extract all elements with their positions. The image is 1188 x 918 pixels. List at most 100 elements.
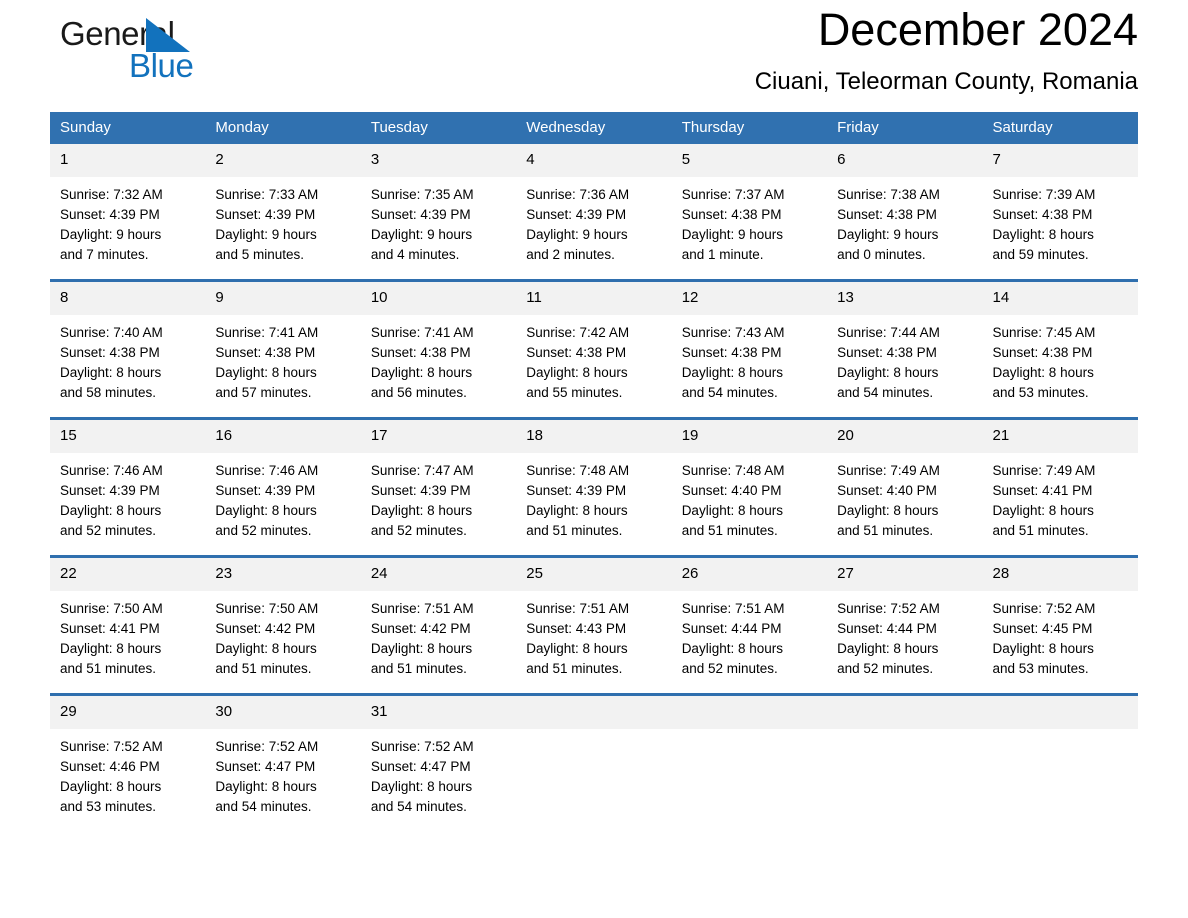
daylight-text-line2: and 51 minutes.: [992, 523, 1089, 538]
day-details: Sunrise: 7:52 AM Sunset: 4:45 PM Daylight:…: [983, 591, 1138, 693]
calendar-week-row: 29 Sunrise: 7:52 AM Sunset: 4:46 PM Dayligh…: [50, 693, 1138, 831]
calendar-day-cell[interactable]: 24 Sunrise: 7:51 AM Sunset: 4:42 PM Dayligh…: [360, 555, 517, 695]
sunset-text: Sunset: 4:39 PM: [526, 483, 627, 498]
daylight-text-line2: and 1 minute.: [681, 247, 764, 262]
weekday-header-wednesday: Wednesday: [516, 112, 672, 144]
weekday-header-friday: Friday: [827, 112, 983, 144]
calendar-day-cell[interactable]: 11 Sunrise: 7:42 AM Sunset: 4:38 PM Dayligh…: [516, 279, 672, 419]
calendar-day-cell[interactable]: 8 Sunrise: 7:40 AM Sunset: 4:38 PM Daylight…: [50, 279, 206, 419]
daylight-text-line2: and 52 minutes.: [837, 661, 934, 676]
calendar-day-cell[interactable]: 29 Sunrise: 7:52 AM Sunset: 4:46 PM Dayligh…: [50, 693, 206, 831]
sunrise-text: Sunrise: 7:41 AM: [215, 325, 319, 340]
day-details: Sunrise: 7:45 AM Sunset: 4:38 PM Daylight:…: [983, 315, 1138, 417]
day-details: Sunrise: 7:41 AM Sunset: 4:38 PM Daylight:…: [205, 315, 360, 417]
day-number: 2: [205, 144, 361, 177]
daylight-text-line2: and 54 minutes.: [370, 799, 467, 814]
calendar-day-cell[interactable]: 14 Sunrise: 7:45 AM Sunset: 4:38 PM Dayligh…: [982, 279, 1138, 419]
daylight-text-line1: Daylight: 8 hours: [370, 779, 473, 794]
daylight-text-line2: and 53 minutes.: [992, 385, 1089, 400]
calendar-day-cell[interactable]: 2 Sunrise: 7:33 AM Sunset: 4:39 PM Daylight…: [205, 144, 361, 281]
weekday-header-sunday: Sunday: [50, 112, 206, 144]
calendar-day-cell[interactable]: 4 Sunrise: 7:36 AM Sunset: 4:39 PM Daylight…: [516, 144, 672, 281]
calendar-day-cell[interactable]: 30 Sunrise: 7:52 AM Sunset: 4:47 PM Dayligh…: [205, 693, 361, 831]
sunset-text: Sunset: 4:38 PM: [681, 345, 782, 360]
calendar-day-cell[interactable]: 20 Sunrise: 7:49 AM Sunset: 4:40 PM Dayligh…: [827, 417, 983, 557]
calendar-day-cell[interactable]: 19 Sunrise: 7:48 AM Sunset: 4:40 PM Dayligh…: [671, 417, 828, 557]
sunrise-text: Sunrise: 7:44 AM: [837, 325, 940, 340]
daylight-text-line1: Daylight: 8 hours: [681, 641, 783, 656]
daylight-text-line2: and 53 minutes.: [60, 799, 157, 814]
page-title: December 2024: [817, 4, 1138, 55]
sunset-text: Sunset: 4:44 PM: [681, 621, 782, 636]
calendar-day-cell[interactable]: 6 Sunrise: 7:38 AM Sunset: 4:38 PM Daylight…: [827, 144, 983, 281]
calendar-day-cell[interactable]: 9 Sunrise: 7:41 AM Sunset: 4:38 PM Daylight…: [205, 279, 361, 419]
day-details: Sunrise: 7:51 AM Sunset: 4:43 PM Daylight:…: [516, 591, 671, 693]
sunset-text: Sunset: 4:43 PM: [526, 621, 627, 636]
calendar-day-cell[interactable]: 12 Sunrise: 7:43 AM Sunset: 4:38 PM Dayligh…: [671, 279, 828, 419]
daylight-text-line2: and 2 minutes.: [526, 247, 615, 262]
calendar-day-cell[interactable]: 17 Sunrise: 7:47 AM Sunset: 4:39 PM Dayligh…: [360, 417, 517, 557]
calendar-day-cell[interactable]: 5 Sunrise: 7:37 AM Sunset: 4:38 PM Daylight…: [671, 144, 828, 281]
calendar-day-cell[interactable]: 1 Sunrise: 7:32 AM Sunset: 4:39 PM Daylight…: [50, 144, 206, 281]
calendar-body: 1 Sunrise: 7:32 AM Sunset: 4:39 PM Daylight…: [50, 144, 1138, 831]
daylight-text-line1: Daylight: 9 hours: [526, 227, 628, 242]
day-number: 16: [205, 420, 361, 453]
calendar-day-cell[interactable]: 16 Sunrise: 7:46 AM Sunset: 4:39 PM Dayligh…: [205, 417, 361, 557]
sunset-text: Sunset: 4:38 PM: [60, 345, 160, 360]
daylight-text-line1: Daylight: 8 hours: [837, 641, 939, 656]
day-details: Sunrise: 7:42 AM Sunset: 4:38 PM Daylight:…: [516, 315, 671, 417]
day-details: Sunrise: 7:52 AM Sunset: 4:47 PM Daylight:…: [205, 729, 360, 831]
daylight-text-line2: and 51 minutes.: [215, 661, 312, 676]
day-details: Sunrise: 7:46 AM Sunset: 4:39 PM Daylight:…: [50, 453, 205, 555]
day-details: Sunrise: 7:36 AM Sunset: 4:39 PM Daylight:…: [516, 177, 671, 279]
calendar-day-cell[interactable]: 3 Sunrise: 7:35 AM Sunset: 4:39 PM Daylight…: [360, 144, 517, 281]
sunset-text: Sunset: 4:38 PM: [526, 345, 627, 360]
sunrise-text: Sunrise: 7:52 AM: [215, 739, 319, 754]
daylight-text-line2: and 51 minutes.: [526, 523, 623, 538]
calendar-day-cell[interactable]: 31 Sunrise: 7:52 AM Sunset: 4:47 PM Dayligh…: [360, 693, 517, 831]
sunrise-text: Sunrise: 7:48 AM: [681, 463, 785, 478]
calendar-day-cell[interactable]: 28 Sunrise: 7:52 AM Sunset: 4:45 PM Dayligh…: [982, 555, 1138, 695]
sunset-text: Sunset: 4:38 PM: [992, 345, 1093, 360]
sunrise-text: Sunrise: 7:52 AM: [370, 739, 474, 754]
weekday-header-monday: Monday: [205, 112, 361, 144]
sunset-text: Sunset: 4:38 PM: [681, 207, 782, 222]
calendar-day-cell[interactable]: 13 Sunrise: 7:44 AM Sunset: 4:38 PM Dayligh…: [827, 279, 983, 419]
calendar-day-cell[interactable]: 25 Sunrise: 7:51 AM Sunset: 4:43 PM Dayligh…: [516, 555, 672, 695]
day-number: 9: [205, 282, 361, 315]
day-number: 7: [982, 144, 1138, 177]
daylight-text-line1: Daylight: 8 hours: [60, 365, 162, 380]
day-details: Sunrise: 7:50 AM Sunset: 4:41 PM Daylight:…: [50, 591, 205, 693]
calendar-day-cell[interactable]: 18 Sunrise: 7:48 AM Sunset: 4:39 PM Dayligh…: [516, 417, 672, 557]
day-number: 4: [516, 144, 672, 177]
daylight-text-line2: and 55 minutes.: [526, 385, 623, 400]
calendar-day-cell[interactable]: 21 Sunrise: 7:49 AM Sunset: 4:41 PM Dayligh…: [982, 417, 1138, 557]
daylight-text-line1: Daylight: 8 hours: [60, 503, 162, 518]
calendar-day-cell[interactable]: 15 Sunrise: 7:46 AM Sunset: 4:39 PM Dayligh…: [50, 417, 206, 557]
calendar-day-cell[interactable]: 7 Sunrise: 7:39 AM Sunset: 4:38 PM Daylight…: [982, 144, 1138, 281]
daylight-text-line1: Daylight: 8 hours: [681, 503, 783, 518]
calendar-day-cell[interactable]: 26 Sunrise: 7:51 AM Sunset: 4:44 PM Dayligh…: [671, 555, 828, 695]
calendar-day-cell[interactable]: 22 Sunrise: 7:50 AM Sunset: 4:41 PM Dayligh…: [50, 555, 206, 695]
calendar-day-cell[interactable]: 10 Sunrise: 7:41 AM Sunset: 4:38 PM Dayligh…: [360, 279, 517, 419]
sunrise-text: Sunrise: 7:45 AM: [992, 325, 1096, 340]
sunset-text: Sunset: 4:39 PM: [526, 207, 627, 222]
day-number: 26: [671, 558, 828, 591]
weekday-header-tuesday: Tuesday: [360, 112, 517, 144]
sunrise-text: Sunrise: 7:49 AM: [992, 463, 1096, 478]
daylight-text-line1: Daylight: 8 hours: [526, 503, 628, 518]
day-details: Sunrise: 7:37 AM Sunset: 4:38 PM Daylight:…: [672, 177, 827, 279]
generalblue-logo[interactable]: General Blue: [50, 8, 310, 94]
daylight-text-line1: Daylight: 9 hours: [681, 227, 783, 242]
day-details: Sunrise: 7:40 AM Sunset: 4:38 PM Daylight:…: [50, 315, 205, 417]
day-number: 31: [360, 696, 517, 729]
sunset-text: Sunset: 4:47 PM: [215, 759, 316, 774]
daylight-text-line2: and 4 minutes.: [370, 247, 460, 262]
page-header: General Blue December 2024 Ciuani, Teleo…: [50, 0, 1138, 112]
day-number: 14: [982, 282, 1138, 315]
calendar-day-cell[interactable]: 23 Sunrise: 7:50 AM Sunset: 4:42 PM Dayligh…: [205, 555, 361, 695]
sunrise-text: Sunrise: 7:52 AM: [60, 739, 163, 754]
day-number: 11: [516, 282, 672, 315]
calendar-day-cell[interactable]: 27 Sunrise: 7:52 AM Sunset: 4:44 PM Dayligh…: [827, 555, 983, 695]
calendar-week-row: 8 Sunrise: 7:40 AM Sunset: 4:38 PM Daylight…: [50, 279, 1138, 419]
